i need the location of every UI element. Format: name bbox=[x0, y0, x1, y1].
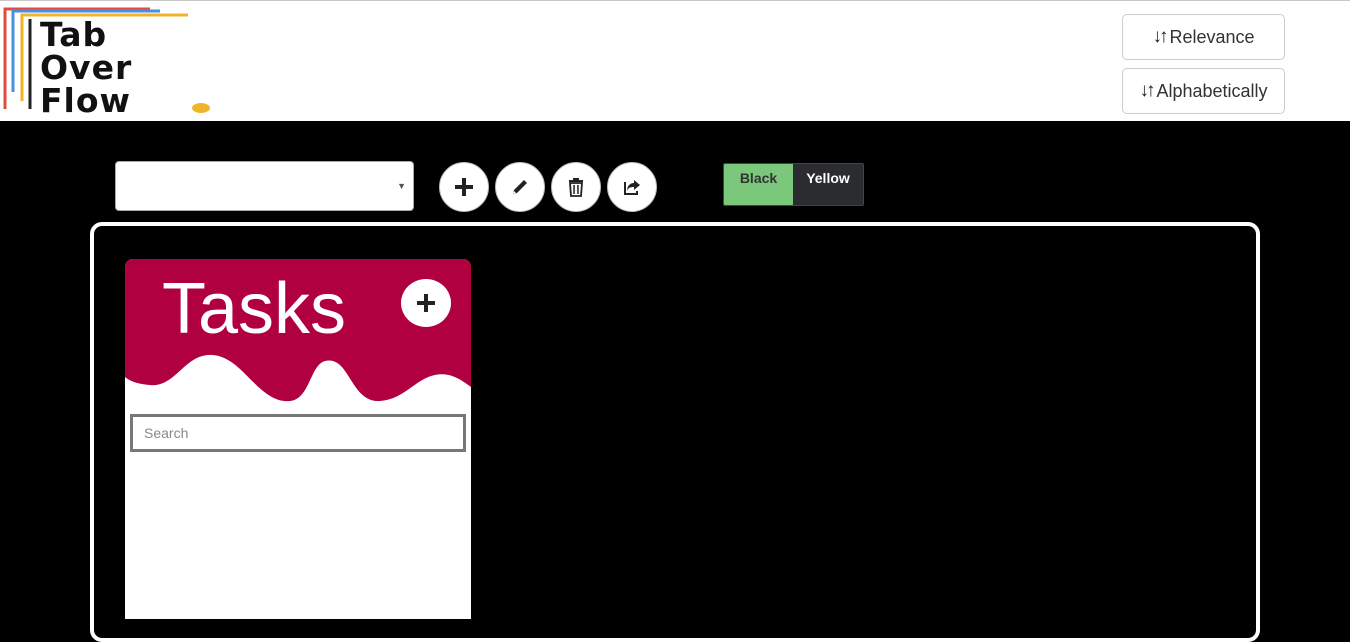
plus-icon bbox=[455, 178, 473, 196]
pencil-icon bbox=[513, 180, 527, 194]
logo-line-3: Flow bbox=[40, 81, 132, 120]
board-select[interactable]: ▼ bbox=[115, 161, 414, 211]
theme-toggle[interactable]: Black Yellow bbox=[723, 163, 864, 206]
edit-board-button[interactable] bbox=[495, 162, 545, 212]
sort-relevance-button[interactable]: ↓↑ Relevance bbox=[1122, 14, 1285, 60]
share-board-button[interactable] bbox=[607, 162, 657, 212]
theme-option-black[interactable]: Black bbox=[724, 164, 793, 205]
share-icon bbox=[624, 180, 640, 195]
logo-text: Tab Over Flow bbox=[40, 18, 132, 120]
column-header: Tasks bbox=[125, 259, 471, 409]
add-task-button[interactable] bbox=[401, 279, 451, 327]
task-search-input[interactable] bbox=[130, 414, 466, 452]
app-header: Tab Over Flow ↓↑ Relevance ↓↑ Alphabetic… bbox=[0, 0, 1350, 121]
delete-board-button[interactable] bbox=[551, 162, 601, 212]
task-column: Tasks bbox=[125, 259, 471, 619]
sort-alphabetically-button[interactable]: ↓↑ Alphabetically bbox=[1122, 68, 1285, 114]
add-board-button[interactable] bbox=[439, 162, 489, 212]
sort-icon: ↓↑ bbox=[1139, 80, 1156, 101]
sort-alphabetically-label: Alphabetically bbox=[1156, 80, 1268, 101]
plus-icon bbox=[417, 294, 435, 312]
column-title: Tasks bbox=[162, 269, 347, 349]
theme-option-yellow[interactable]: Yellow bbox=[793, 164, 863, 205]
sort-icon: ↓↑ bbox=[1152, 26, 1169, 47]
trash-icon bbox=[569, 178, 583, 197]
logo[interactable]: Tab Over Flow bbox=[0, 1, 215, 122]
sort-relevance-label: Relevance bbox=[1169, 26, 1255, 47]
chevron-down-icon: ▼ bbox=[397, 181, 406, 191]
